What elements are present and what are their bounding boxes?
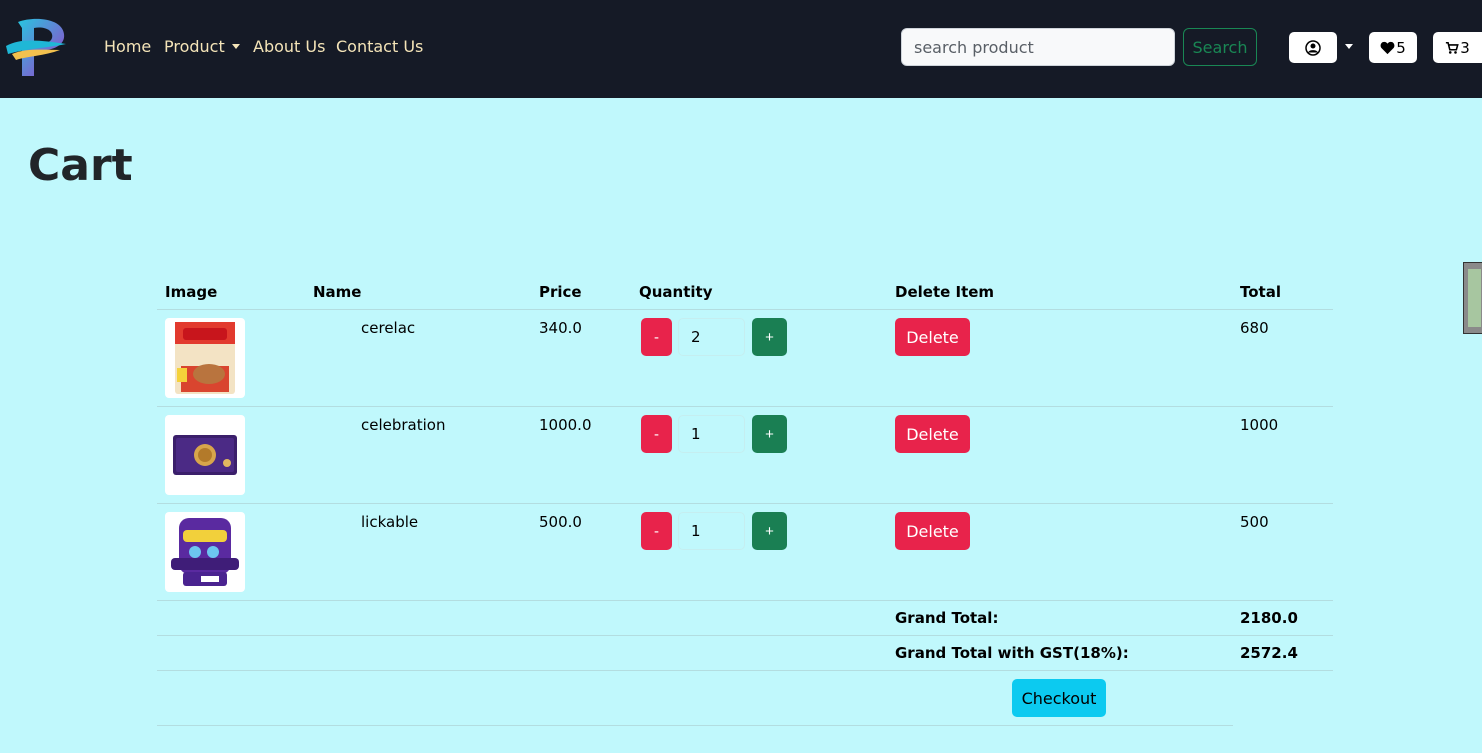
user-circle-icon bbox=[1305, 39, 1321, 56]
delete-item-button[interactable]: Delete bbox=[895, 318, 970, 356]
nav-product-label: Product bbox=[164, 37, 225, 56]
checkout-button[interactable]: Checkout bbox=[1012, 679, 1106, 717]
cart-icon bbox=[1446, 41, 1459, 54]
decrease-quantity-button[interactable]: - bbox=[641, 318, 672, 356]
table-divider bbox=[157, 635, 1333, 636]
product-price: 340.0 bbox=[539, 319, 582, 337]
product-price: 500.0 bbox=[539, 513, 582, 531]
wishlist-count: 5 bbox=[1396, 38, 1406, 57]
header-name: Name bbox=[313, 283, 362, 301]
delete-item-button[interactable]: Delete bbox=[895, 512, 970, 550]
cart-count: 3 bbox=[1460, 38, 1470, 57]
increase-quantity-button[interactable]: + bbox=[752, 415, 787, 453]
product-name: lickable bbox=[361, 513, 419, 531]
page-title: Cart bbox=[28, 140, 133, 191]
product-name: celebration bbox=[361, 416, 446, 434]
table-divider bbox=[157, 600, 1333, 601]
product-name: cerelac bbox=[361, 319, 416, 337]
header-total: Total bbox=[1240, 283, 1281, 301]
account-dropdown-caret-icon[interactable] bbox=[1345, 44, 1353, 49]
chevron-down-icon bbox=[231, 44, 240, 49]
increase-quantity-button[interactable]: + bbox=[752, 512, 787, 550]
nav-about-us[interactable]: About Us bbox=[253, 36, 325, 58]
quantity-input[interactable] bbox=[678, 415, 745, 453]
gst-total-label: Grand Total with GST(18%): bbox=[895, 644, 1129, 662]
heart-icon bbox=[1380, 41, 1395, 54]
grand-total-label: Grand Total: bbox=[895, 609, 999, 627]
quantity-input[interactable] bbox=[678, 512, 745, 550]
wishlist-button[interactable]: 5 bbox=[1369, 32, 1417, 63]
table-divider bbox=[157, 503, 1333, 504]
product-image-cerelac bbox=[165, 318, 245, 398]
gst-total-value: 2572.4 bbox=[1240, 644, 1298, 662]
row-total: 500 bbox=[1240, 513, 1269, 531]
increase-quantity-button[interactable]: + bbox=[752, 318, 787, 356]
header-image: Image bbox=[165, 283, 218, 301]
table-divider bbox=[157, 406, 1333, 407]
navbar: Home Product About Us Contact Us Search … bbox=[0, 0, 1482, 98]
cart-button[interactable]: 3 bbox=[1433, 32, 1482, 63]
search-button[interactable]: Search bbox=[1183, 28, 1257, 66]
product-price: 1000.0 bbox=[539, 416, 592, 434]
table-divider bbox=[157, 309, 1333, 310]
brand-logo[interactable] bbox=[4, 14, 70, 82]
nav-product-dropdown[interactable]: Product bbox=[164, 36, 240, 58]
row-total: 680 bbox=[1240, 319, 1269, 337]
side-floating-tab[interactable] bbox=[1463, 262, 1482, 334]
product-image-lickable bbox=[165, 512, 245, 592]
header-price: Price bbox=[539, 283, 582, 301]
table-divider bbox=[157, 725, 1233, 726]
product-image-celebration bbox=[165, 415, 245, 495]
search-input[interactable] bbox=[901, 28, 1175, 66]
header-delete-item: Delete Item bbox=[895, 283, 995, 301]
row-total: 1000 bbox=[1240, 416, 1279, 434]
nav-home[interactable]: Home bbox=[104, 36, 151, 58]
delete-item-button[interactable]: Delete bbox=[895, 415, 970, 453]
decrease-quantity-button[interactable]: - bbox=[641, 415, 672, 453]
account-button[interactable] bbox=[1289, 32, 1337, 63]
table-divider bbox=[157, 670, 1333, 671]
decrease-quantity-button[interactable]: - bbox=[641, 512, 672, 550]
grand-total-value: 2180.0 bbox=[1240, 609, 1298, 627]
side-tab-graphic bbox=[1468, 269, 1481, 327]
quantity-input[interactable] bbox=[678, 318, 745, 356]
nav-contact-us[interactable]: Contact Us bbox=[336, 36, 423, 58]
header-quantity: Quantity bbox=[639, 283, 713, 301]
